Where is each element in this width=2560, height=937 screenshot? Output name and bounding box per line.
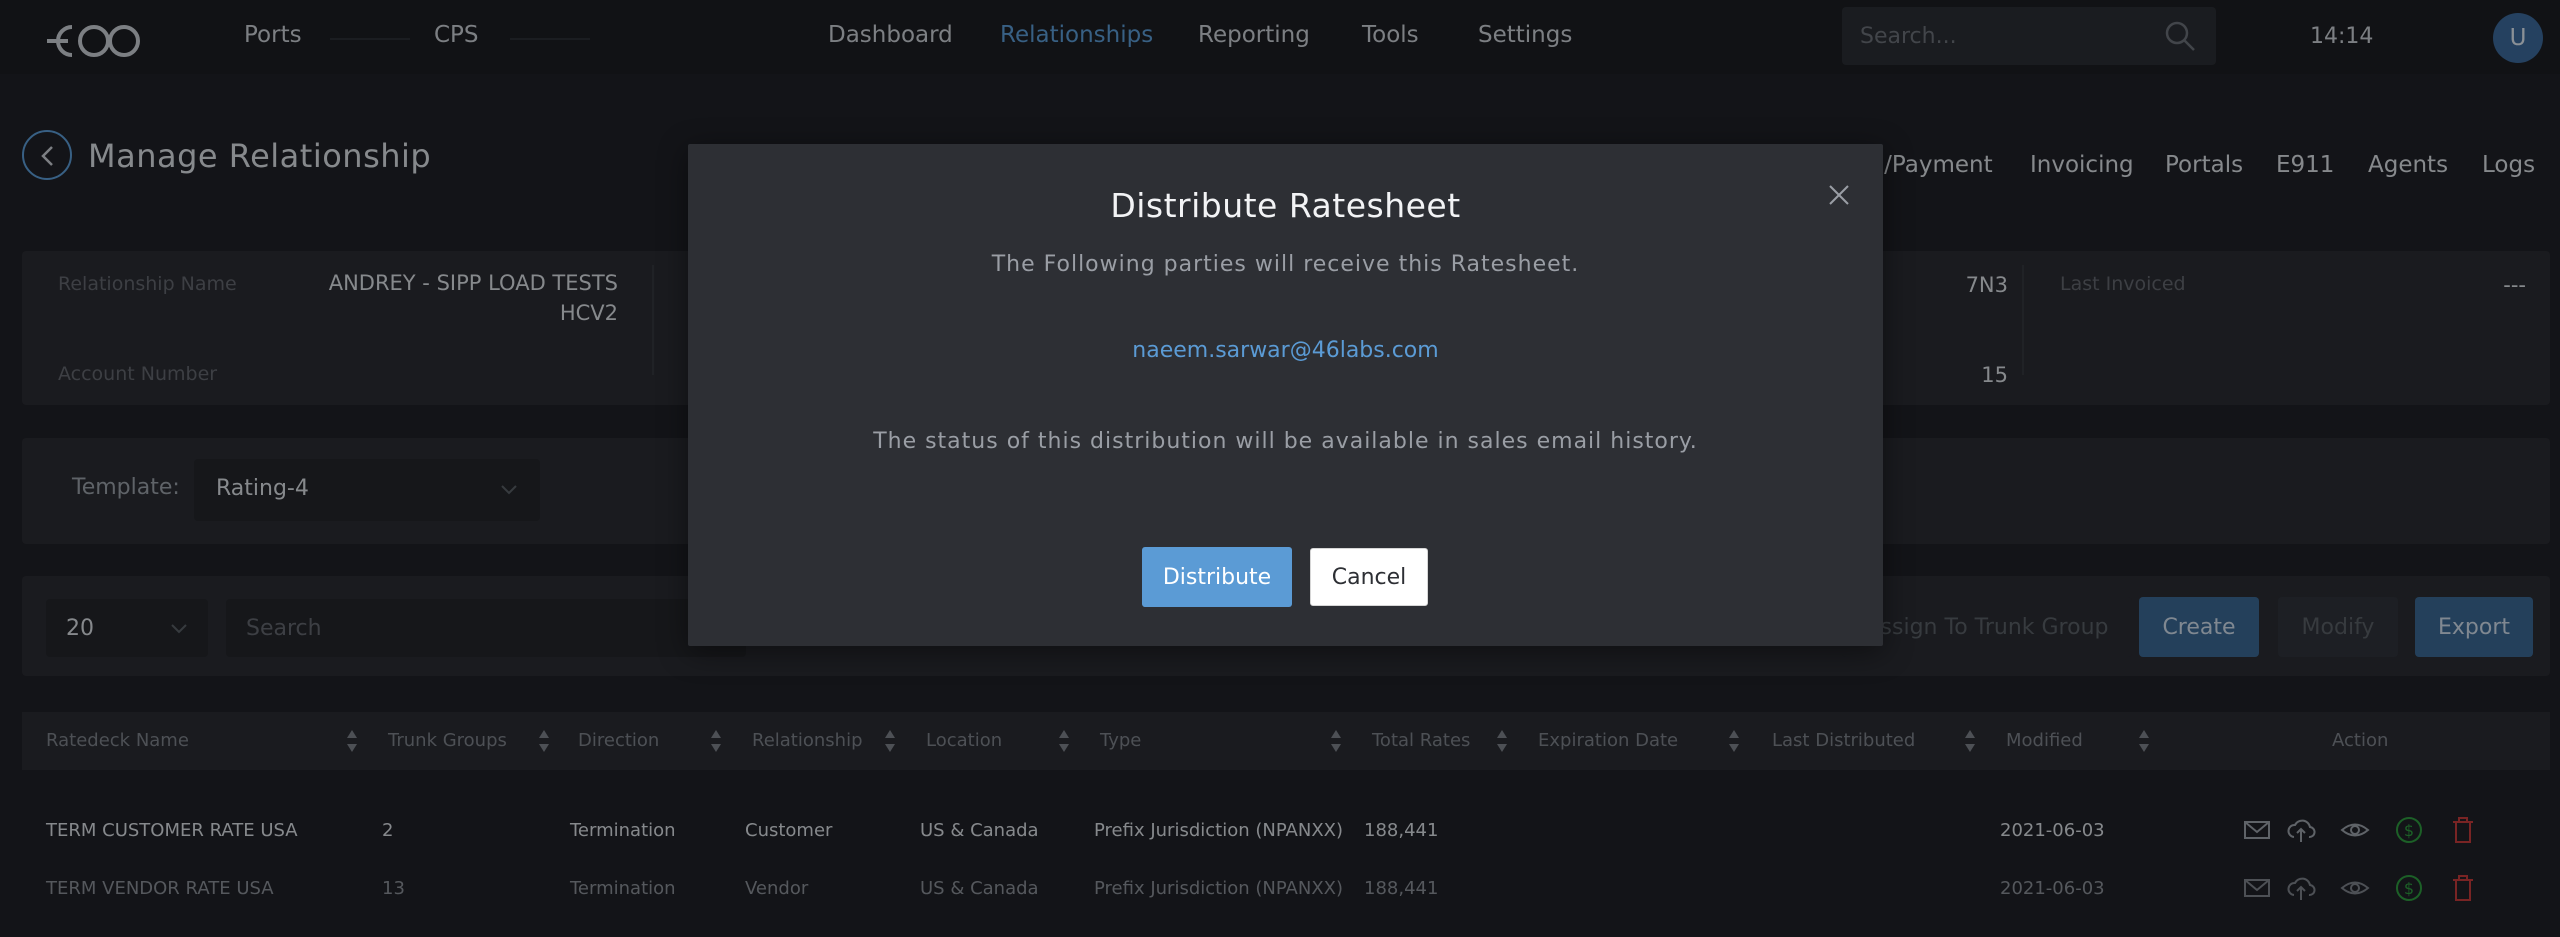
dialog-subtitle: The Following parties will receive this … — [991, 252, 1580, 277]
dialog-status-note: The status of this distribution will be … — [873, 429, 1698, 454]
distribute-ratesheet-dialog: Distribute Ratesheet The Following parti… — [688, 144, 1883, 646]
distribute-button[interactable]: Distribute — [1142, 547, 1292, 607]
close-icon[interactable] — [1826, 182, 1852, 208]
recipient-email: naeem.sarwar@46labs.com — [1132, 338, 1439, 363]
cancel-button[interactable]: Cancel — [1310, 548, 1428, 606]
dialog-title: Distribute Ratesheet — [1110, 186, 1461, 225]
